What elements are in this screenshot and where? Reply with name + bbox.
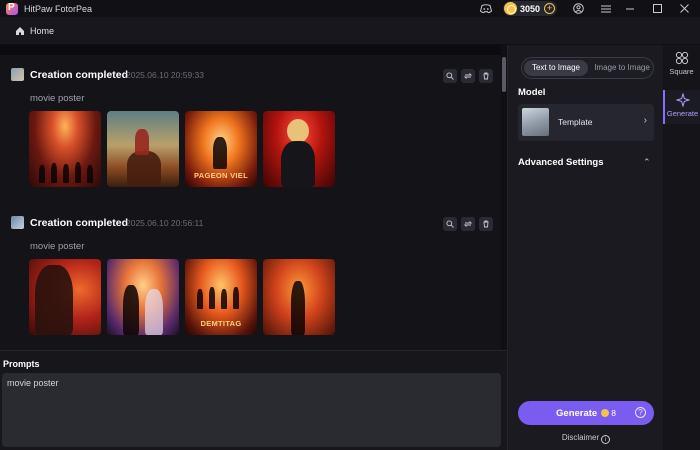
generate-label: Generate xyxy=(556,407,598,419)
creation-thumbnail-icon xyxy=(11,216,24,229)
rail-item-generate[interactable]: Generate xyxy=(663,90,700,124)
poster-caption: PAGEON VIEL xyxy=(193,171,248,180)
generated-images: DEMTITAG xyxy=(29,259,335,335)
delete-icon[interactable] xyxy=(479,69,493,83)
creation-timestamp: 2025.06.10 20:56:11 xyxy=(126,218,204,228)
theater-stage-image[interactable] xyxy=(29,111,101,187)
creation-status: Creation completed xyxy=(30,69,129,81)
creation-prompt: movie poster xyxy=(30,241,85,252)
close-icon[interactable] xyxy=(677,2,691,16)
chevron-up-icon[interactable]: ⌃ xyxy=(643,157,651,168)
user-account-icon[interactable] xyxy=(571,2,585,16)
tab-image-to-image[interactable]: Image to Image xyxy=(590,60,654,76)
discord-icon[interactable] xyxy=(479,2,493,16)
card-actions xyxy=(443,69,493,83)
crowd-fire-image[interactable]: DEMTITAG xyxy=(185,259,257,335)
coin-icon xyxy=(601,409,610,417)
model-name: Template xyxy=(558,117,593,127)
generate-cost: 8 xyxy=(611,408,616,418)
prompts-section: Prompts movie poster xyxy=(0,350,507,450)
creation-feed: Creation completed 2025.06.10 20:59:33 m… xyxy=(0,45,507,350)
model-selector[interactable]: Template › xyxy=(518,104,654,141)
creation-status: Creation completed xyxy=(30,217,129,229)
app-logo-icon xyxy=(6,2,18,15)
model-thumbnail xyxy=(522,108,549,136)
disclaimer-link[interactable]: Disclaimer i xyxy=(508,433,664,444)
maximize-icon[interactable] xyxy=(650,2,664,16)
regenerate-icon[interactable] xyxy=(461,69,475,83)
creation-card: Creation completed 2025.06.10 20:59:33 m… xyxy=(0,55,501,205)
creation-card: Creation completed 2025.06.10 20:56:11 m… xyxy=(0,203,501,350)
fire-poster-image[interactable]: PAGEON VIEL xyxy=(185,111,257,187)
menu-icon[interactable] xyxy=(599,2,613,16)
rail-label: Square xyxy=(669,67,694,76)
app-title: HitPaw FotorPea xyxy=(24,3,93,14)
info-icon: i xyxy=(601,435,611,444)
coin-balance[interactable]: 3050 + xyxy=(502,1,557,16)
cowboy-horse-image[interactable] xyxy=(107,111,179,187)
woman-fire-image[interactable] xyxy=(263,259,335,335)
home-icon[interactable] xyxy=(15,26,25,36)
regenerate-icon[interactable] xyxy=(461,217,475,231)
prompts-label: Prompts xyxy=(3,359,40,369)
right-rail: Square Generate xyxy=(663,45,700,450)
sparkle-icon xyxy=(675,93,690,107)
add-coins-icon[interactable]: + xyxy=(544,3,555,14)
delete-icon[interactable] xyxy=(479,217,493,231)
settings-panel: Text to Image Image to Image Model Templ… xyxy=(507,45,663,450)
breadcrumb: Home xyxy=(0,17,700,45)
minimize-icon[interactable] xyxy=(623,2,637,16)
feed-scrollbar-thumb[interactable] xyxy=(502,57,506,92)
creation-thumbnail-icon xyxy=(11,68,24,81)
creation-prompt: movie poster xyxy=(30,93,85,104)
coin-amount: 3050 xyxy=(519,3,540,14)
title-bar-controls: 3050 + xyxy=(479,0,700,17)
zoom-icon[interactable] xyxy=(443,217,457,231)
rail-label: Generate xyxy=(666,109,699,118)
tab-text-to-image[interactable]: Text to Image xyxy=(524,60,588,76)
chevron-right-icon: › xyxy=(643,115,647,126)
poster-caption: DEMTITAG xyxy=(200,319,242,328)
advanced-settings-toggle[interactable]: Advanced Settings xyxy=(518,157,604,168)
mode-toggle: Text to Image Image to Image xyxy=(521,57,654,79)
generate-button[interactable]: Generate 8 ? xyxy=(518,401,654,425)
prompt-input[interactable]: movie poster xyxy=(2,373,501,447)
title-bar: HitPaw FotorPea 3050 + xyxy=(0,0,700,17)
man-portrait-image[interactable] xyxy=(29,259,101,335)
disclaimer-label: Disclaimer xyxy=(561,433,600,442)
rail-item-square[interactable]: Square xyxy=(663,48,700,82)
card-actions xyxy=(443,217,493,231)
square-grid-icon xyxy=(675,51,688,65)
model-label: Model xyxy=(518,87,546,98)
zoom-icon[interactable] xyxy=(443,69,457,83)
help-icon[interactable]: ? xyxy=(635,407,646,418)
creation-timestamp: 2025.06.10 20:59:33 xyxy=(126,70,204,80)
home-link[interactable]: Home xyxy=(30,26,54,36)
woman-red-jacket-image[interactable] xyxy=(263,111,335,187)
couple-sunset-image[interactable] xyxy=(107,259,179,335)
generated-images: PAGEON VIEL xyxy=(29,111,335,187)
coin-icon xyxy=(503,2,517,15)
